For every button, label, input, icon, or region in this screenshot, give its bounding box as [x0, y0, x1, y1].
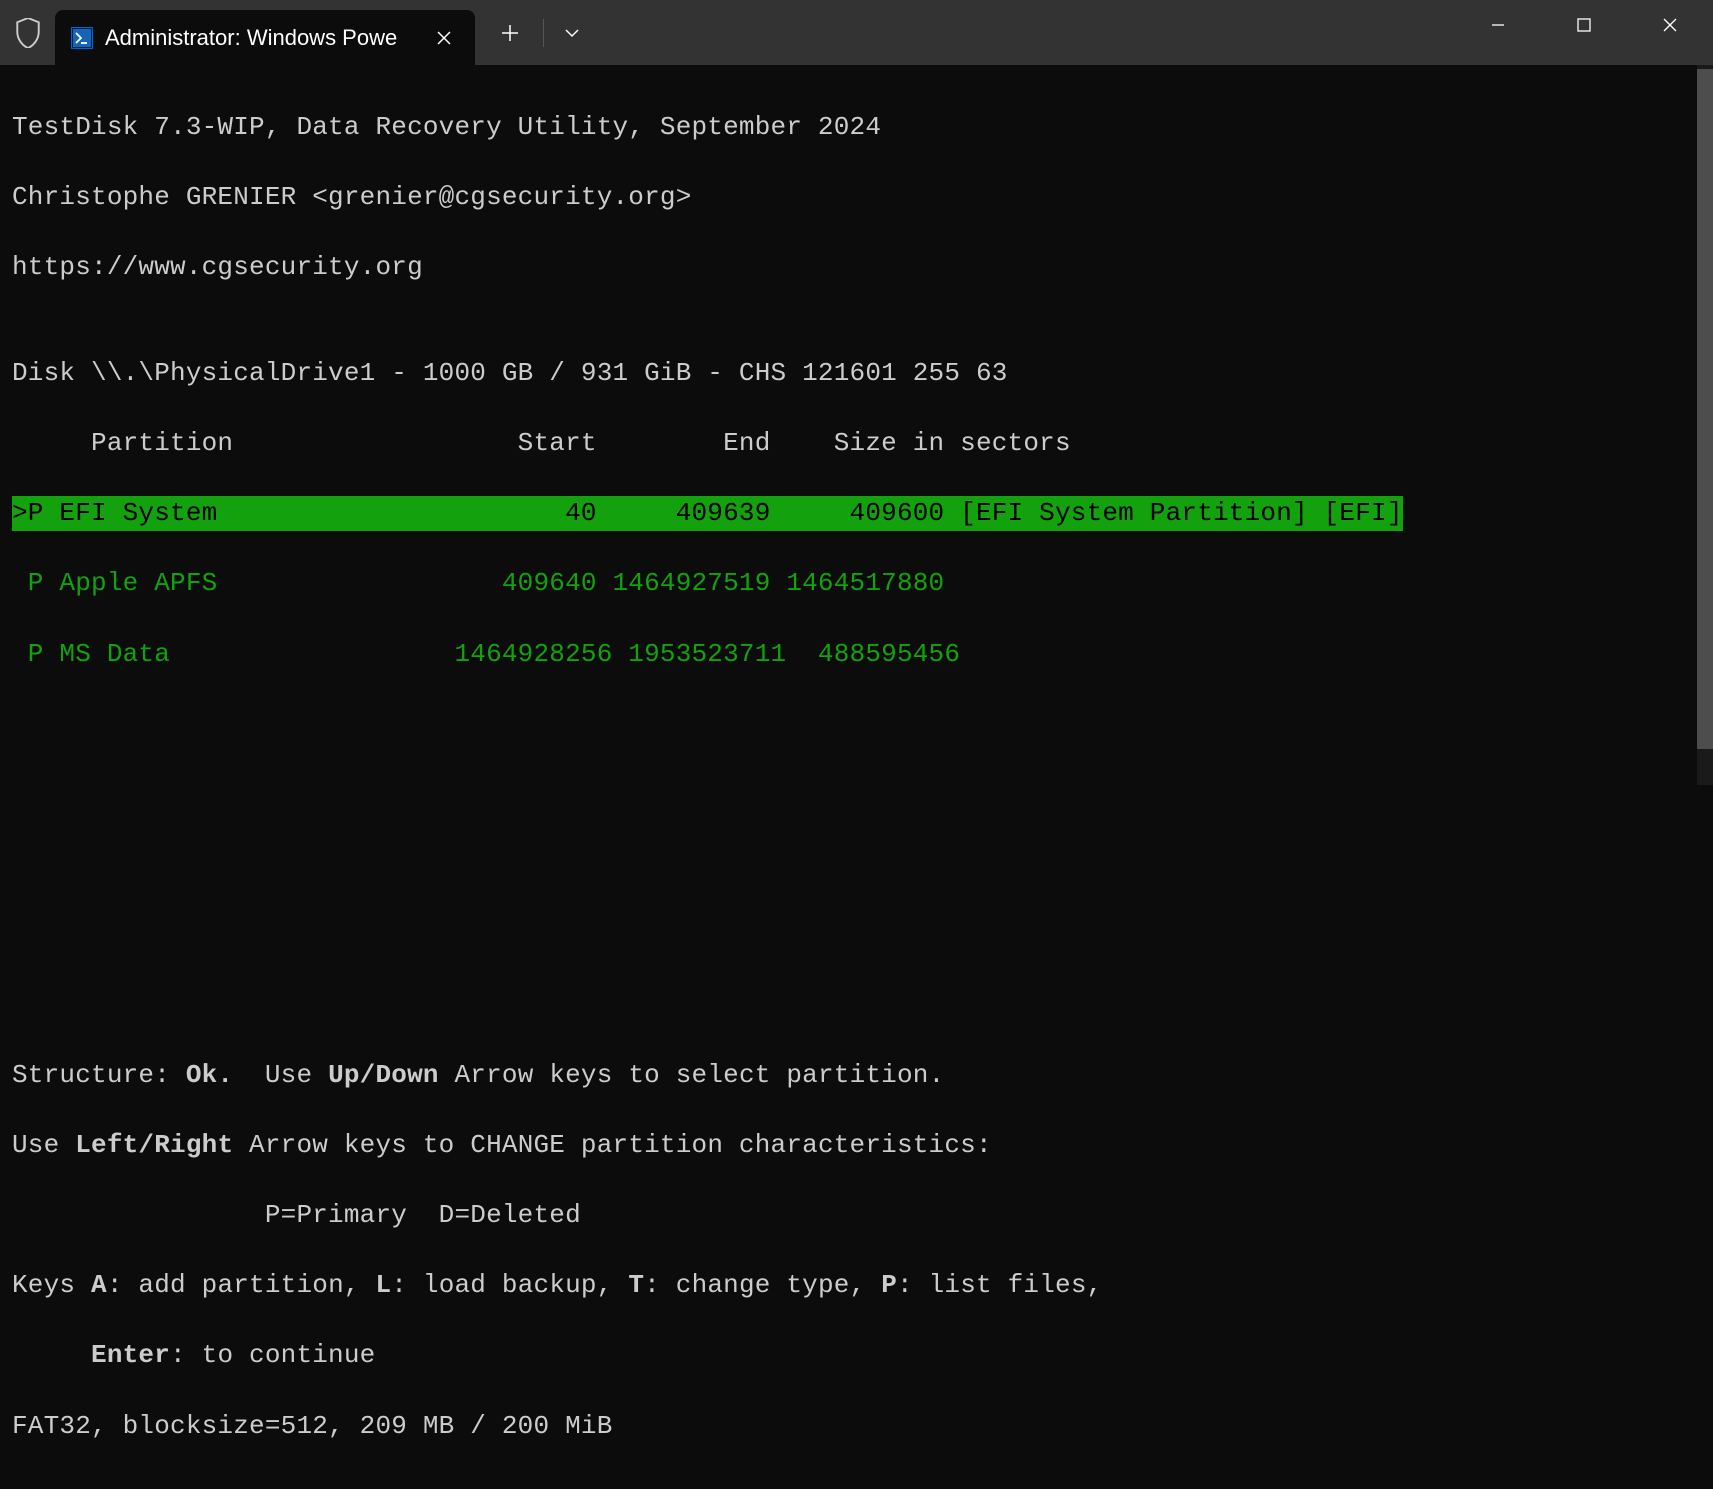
enter-line: Enter: to continue	[12, 1338, 1701, 1373]
blank-line	[12, 917, 1701, 952]
scrollbar[interactable]	[1697, 65, 1713, 785]
new-tab-button[interactable]	[485, 8, 535, 58]
minimize-button[interactable]	[1455, 0, 1541, 50]
divider	[543, 19, 544, 47]
powershell-icon	[71, 27, 93, 49]
filesystem-line: FAT32, blocksize=512, 209 MB / 200 MiB	[12, 1409, 1701, 1444]
structure-line: Structure: Ok. Use Up/Down Arrow keys to…	[12, 1058, 1701, 1093]
partition-row: P Apple APFS 409640 1464927519 146451788…	[12, 566, 1701, 601]
keys-line: Keys A: add partition, L: load backup, T…	[12, 1268, 1701, 1303]
scrollbar-thumb[interactable]	[1697, 69, 1713, 749]
tab-dropdown-button[interactable]	[552, 8, 592, 58]
app-header-line: TestDisk 7.3-WIP, Data Recovery Utility,…	[12, 110, 1701, 145]
active-tab[interactable]: Administrator: Windows Powe	[55, 10, 475, 65]
close-window-button[interactable]	[1627, 0, 1713, 50]
partition-row: P MS Data 1464928256 1953523711 48859545…	[12, 637, 1701, 672]
url-line: https://www.cgsecurity.org	[12, 250, 1701, 285]
window-controls	[1455, 0, 1713, 50]
blank-line	[12, 987, 1701, 1022]
maximize-button[interactable]	[1541, 0, 1627, 50]
shield-icon	[0, 0, 55, 65]
close-tab-button[interactable]	[429, 23, 459, 53]
pd-line: P=Primary D=Deleted	[12, 1198, 1701, 1233]
tab-title: Administrator: Windows Powe	[105, 25, 429, 51]
terminal-output[interactable]: TestDisk 7.3-WIP, Data Recovery Utility,…	[0, 65, 1713, 1489]
partition-header: Partition Start End Size in sectors	[12, 426, 1701, 461]
partition-row-selected: >P EFI System 40 409639 409600 [EFI Syst…	[12, 496, 1701, 531]
disk-info-line: Disk \\.\PhysicalDrive1 - 1000 GB / 931 …	[12, 356, 1701, 391]
blank-line	[12, 847, 1701, 882]
blank-line	[12, 707, 1701, 742]
titlebar: Administrator: Windows Powe	[0, 0, 1713, 65]
author-line: Christophe GRENIER <grenier@cgsecurity.o…	[12, 180, 1701, 215]
blank-line	[12, 777, 1701, 812]
leftright-line: Use Left/Right Arrow keys to CHANGE part…	[12, 1128, 1701, 1163]
